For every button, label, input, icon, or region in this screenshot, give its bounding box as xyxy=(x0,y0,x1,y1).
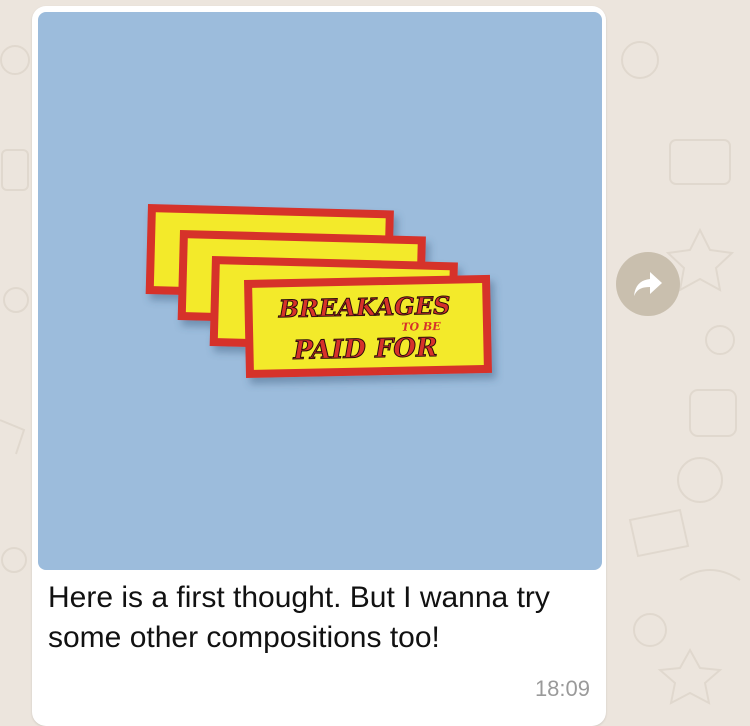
message-bubble[interactable]: BREAKAGES TO BE PAID FOR Here is a first… xyxy=(32,6,606,726)
sticker-line3: PAID FOR xyxy=(292,333,438,366)
sticker-stack-image: BREAKAGES TO BE PAID FOR xyxy=(145,204,492,378)
forward-arrow-icon xyxy=(634,272,662,296)
sticker-line2: TO BE xyxy=(401,320,441,334)
forward-button[interactable] xyxy=(616,252,680,316)
message-photo[interactable]: BREAKAGES TO BE PAID FOR xyxy=(38,12,602,570)
message-timestamp: 18:09 xyxy=(534,676,590,701)
message-caption: Here is a first thought. But I wanna try… xyxy=(48,581,550,654)
sticker-line1: BREAKAGES xyxy=(277,291,450,324)
